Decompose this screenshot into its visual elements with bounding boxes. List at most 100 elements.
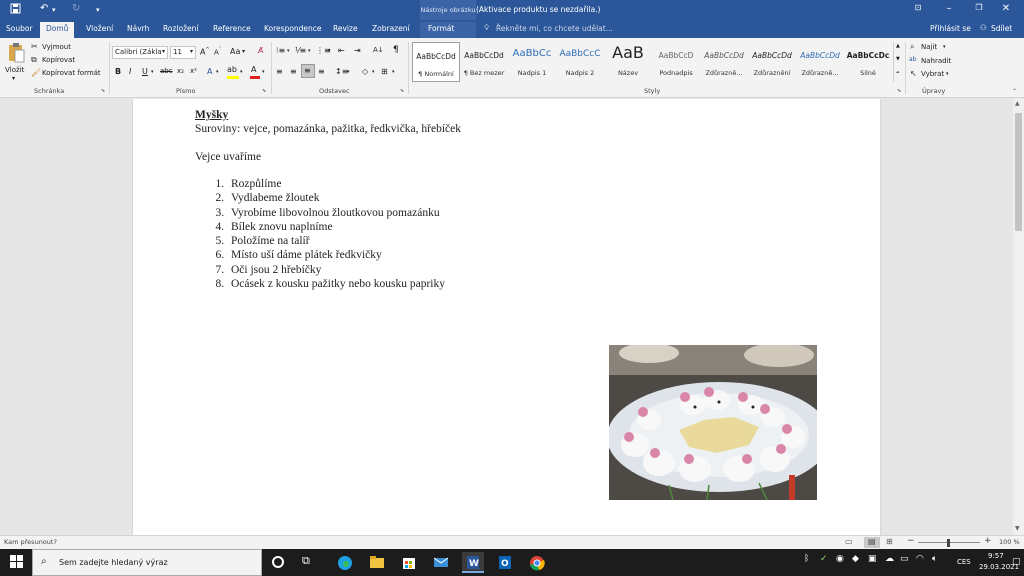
print-layout-button[interactable]: ▤ bbox=[864, 537, 880, 548]
zoom-slider-thumb[interactable] bbox=[947, 539, 950, 547]
cut-button[interactable]: Vyjmout bbox=[42, 43, 71, 51]
scrollbar-thumb[interactable] bbox=[1015, 113, 1022, 231]
tab-review[interactable]: Revize bbox=[333, 24, 358, 33]
tab-view[interactable]: Zobrazení bbox=[372, 24, 410, 33]
tray-app-icon[interactable]: ▣ bbox=[868, 554, 877, 564]
highlight-icon[interactable]: ab bbox=[227, 65, 237, 74]
clock-time[interactable]: 9:57 bbox=[988, 552, 1004, 560]
decrease-indent-icon[interactable]: ⇤ bbox=[338, 46, 345, 55]
font-color-icon[interactable]: A bbox=[251, 65, 256, 74]
wifi-icon[interactable]: ◠ bbox=[916, 554, 924, 564]
select-button[interactable]: Vybrat bbox=[921, 70, 944, 78]
bluetooth-icon[interactable]: ᛒ bbox=[804, 554, 809, 564]
windows-start-icon[interactable] bbox=[10, 555, 23, 570]
superscript-icon[interactable]: x² bbox=[190, 67, 197, 75]
document-page[interactable]: Myšky Suroviny: vejce, pomazánka, pažitk… bbox=[133, 99, 880, 535]
underline-dropdown-icon[interactable]: ▾ bbox=[151, 69, 154, 75]
share-button[interactable]: Sdílet bbox=[991, 24, 1012, 33]
tray-app-icon[interactable]: ◆ bbox=[852, 554, 859, 564]
style-subtle-emphasis[interactable]: AaBbCcDd Zdůrazně... bbox=[700, 42, 748, 82]
format-painter-button[interactable]: Kopírovat formát bbox=[42, 69, 101, 77]
styles-launcher-icon[interactable]: ⬊ bbox=[897, 88, 901, 94]
paragraph-launcher-icon[interactable]: ⬊ bbox=[400, 88, 404, 94]
tray-app-icon[interactable]: ✓ bbox=[820, 554, 828, 564]
font-color-dropdown-icon[interactable]: ▾ bbox=[262, 69, 265, 75]
copy-button[interactable]: Kopírovat bbox=[42, 56, 75, 64]
scroll-up-icon[interactable]: ▲ bbox=[896, 43, 900, 49]
tab-home[interactable]: Domů bbox=[40, 22, 75, 38]
mail-icon[interactable] bbox=[430, 552, 452, 573]
outlook-icon[interactable]: O bbox=[494, 552, 516, 573]
tell-me-search[interactable]: Řekněte mi, co chcete udělat... bbox=[496, 24, 613, 33]
bullets-dropdown-icon[interactable]: ▾ bbox=[287, 48, 290, 54]
edge-icon[interactable] bbox=[334, 552, 356, 573]
tab-references[interactable]: Reference bbox=[213, 24, 251, 33]
close-icon[interactable]: ✕ bbox=[996, 3, 1016, 14]
scroll-up-arrow-icon[interactable]: ▲ bbox=[1015, 100, 1020, 107]
clear-formatting-icon[interactable]: A̸ bbox=[258, 46, 263, 55]
shading-icon[interactable]: ◇ bbox=[362, 67, 368, 76]
increase-indent-icon[interactable]: ⇥ bbox=[354, 46, 361, 55]
font-size-dropdown-icon[interactable]: ▾ bbox=[190, 48, 193, 55]
align-center-icon[interactable]: ≡ bbox=[290, 67, 297, 76]
tab-layout[interactable]: Rozložení bbox=[163, 24, 198, 33]
italic-icon[interactable]: I bbox=[129, 67, 131, 76]
task-view-icon[interactable]: ⧉ bbox=[302, 554, 310, 568]
language-indicator[interactable]: CES bbox=[957, 558, 971, 566]
shading-dropdown-icon[interactable]: ▾ bbox=[372, 69, 375, 75]
multilevel-dropdown-icon[interactable]: ▾ bbox=[328, 48, 331, 54]
change-case-dropdown-icon[interactable]: ▾ bbox=[242, 48, 245, 55]
restore-icon[interactable]: ❐ bbox=[969, 3, 989, 12]
volume-icon[interactable]: 🔈︎ bbox=[932, 554, 937, 564]
align-right-button[interactable]: ≡ bbox=[301, 64, 315, 78]
paste-dropdown-icon[interactable]: ▾ bbox=[12, 75, 15, 82]
clipboard-launcher-icon[interactable]: ⬊ bbox=[101, 88, 105, 94]
subscript-icon[interactable]: x₂ bbox=[177, 67, 184, 75]
focus-mode-icon[interactable]: ▭ bbox=[845, 537, 853, 546]
collapse-ribbon-icon[interactable]: ⌃ bbox=[1012, 88, 1017, 95]
style-emphasis[interactable]: AaBbCcDd Zdůraznění bbox=[748, 42, 796, 82]
file-explorer-icon[interactable] bbox=[366, 552, 388, 573]
scroll-down-arrow-icon[interactable]: ▼ bbox=[1015, 525, 1020, 532]
minimize-icon[interactable]: – bbox=[939, 3, 959, 14]
cortana-icon[interactable] bbox=[272, 556, 284, 568]
find-dropdown-icon[interactable]: ▾ bbox=[943, 44, 946, 50]
tray-app-icon[interactable]: ◉ bbox=[836, 554, 844, 564]
chrome-icon[interactable] bbox=[526, 552, 548, 573]
store-icon[interactable] bbox=[398, 552, 420, 573]
replace-button[interactable]: Nahradit bbox=[921, 57, 951, 65]
tab-mailings[interactable]: Korespondence bbox=[264, 24, 322, 33]
font-launcher-icon[interactable]: ⬊ bbox=[262, 88, 266, 94]
style-heading-2[interactable]: AaBbCcC Nadpis 2 bbox=[556, 42, 604, 82]
numbering-icon[interactable]: ⅟≡ bbox=[295, 46, 306, 55]
tab-design[interactable]: Návrh bbox=[127, 24, 149, 33]
highlight-dropdown-icon[interactable]: ▾ bbox=[240, 69, 243, 75]
tab-file[interactable]: Soubor bbox=[6, 24, 33, 33]
zoom-out-icon[interactable]: − bbox=[907, 536, 915, 546]
onedrive-icon[interactable]: ☁ bbox=[885, 554, 894, 564]
borders-dropdown-icon[interactable]: ▾ bbox=[392, 69, 395, 75]
find-button[interactable]: Najít bbox=[921, 43, 937, 51]
paste-icon[interactable] bbox=[6, 42, 26, 64]
style-normal[interactable]: AaBbCcDd ¶ Normální bbox=[412, 42, 460, 82]
font-name-dropdown-icon[interactable]: ▾ bbox=[162, 48, 165, 55]
borders-icon[interactable]: ⊞ bbox=[381, 67, 388, 76]
zoom-level[interactable]: 100 % bbox=[999, 538, 1020, 546]
egg-mice-photo[interactable] bbox=[609, 345, 817, 500]
scroll-down-icon[interactable]: ▼ bbox=[896, 56, 900, 62]
style-subtitle[interactable]: AaBbCcD Podnadpis bbox=[652, 42, 700, 82]
text-effects-dropdown-icon[interactable]: ▾ bbox=[216, 69, 219, 75]
styles-gallery-scroll[interactable]: ▲ ▼ ⩡ bbox=[893, 42, 902, 82]
paste-button[interactable]: Vložit bbox=[5, 66, 24, 74]
font-name-box[interactable]: Calibri (Zákla bbox=[112, 46, 168, 59]
text-effects-icon[interactable]: A bbox=[207, 67, 212, 76]
vertical-scrollbar[interactable]: ▲ ▼ bbox=[1013, 99, 1024, 535]
numbering-dropdown-icon[interactable]: ▾ bbox=[308, 48, 311, 54]
shrink-font-icon[interactable]: Aˇ bbox=[214, 47, 221, 56]
grow-font-icon[interactable]: A^ bbox=[200, 47, 210, 57]
sign-in-link[interactable]: Přihlásit se bbox=[930, 24, 971, 33]
strikethrough-icon[interactable]: abc bbox=[160, 67, 173, 75]
style-no-spacing[interactable]: AaBbCcDd ¶ Bez mezer bbox=[460, 42, 508, 82]
notifications-icon[interactable]: ▢ bbox=[1012, 557, 1021, 567]
style-heading-1[interactable]: AaBbCc Nadpis 1 bbox=[508, 42, 556, 82]
